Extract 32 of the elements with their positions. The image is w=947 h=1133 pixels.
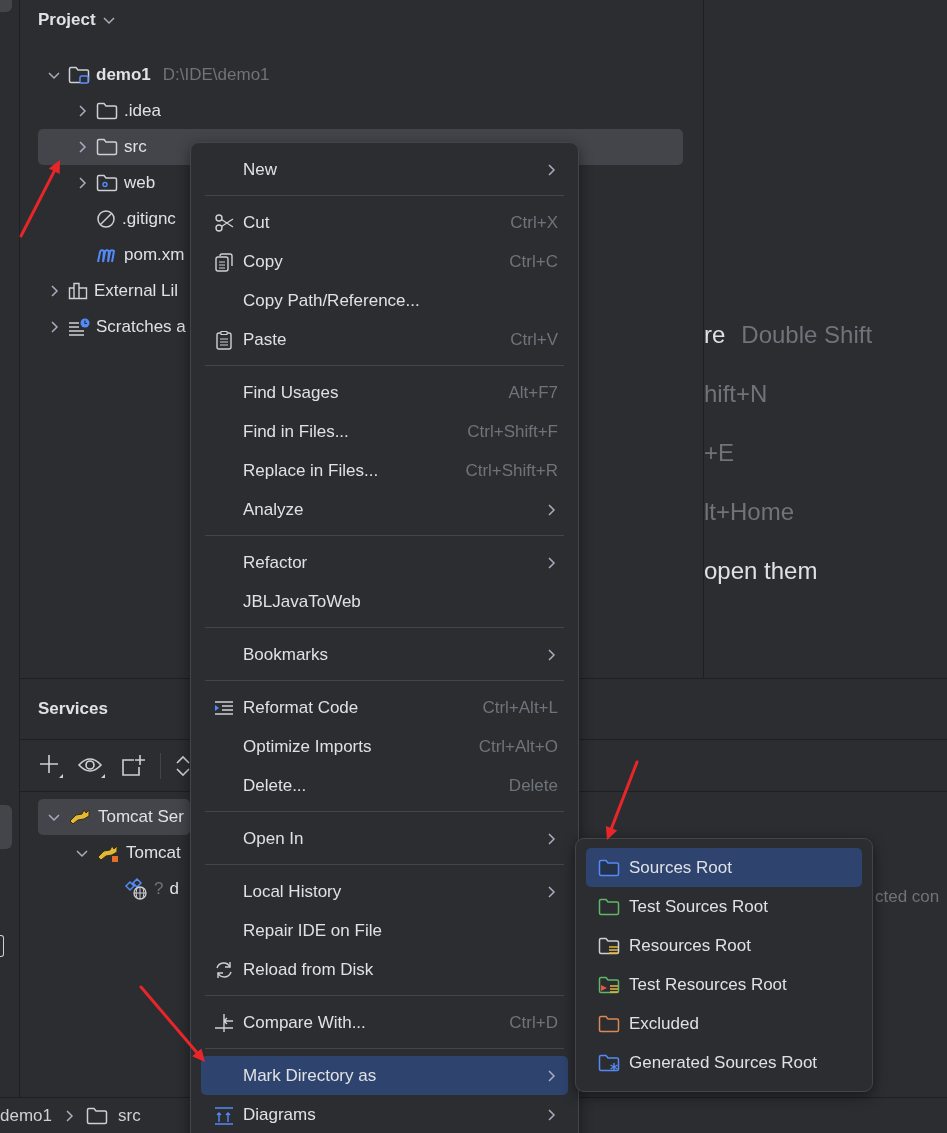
tree-item-label: d	[169, 879, 179, 899]
panel-title: Project	[38, 10, 96, 30]
hint-text: re	[704, 321, 726, 349]
panel-title: Services	[38, 699, 108, 719]
hint-shortcut: lt+Home	[704, 498, 795, 526]
tree-item-label: web	[124, 173, 156, 193]
tree-item-label: demo1	[96, 65, 151, 85]
hint-shortcut: Double Shift	[741, 321, 873, 349]
shortcut-text: Ctrl+Shift+R	[465, 460, 558, 481]
shortcut-text: Delete	[508, 775, 558, 796]
shortcut-text: Ctrl+Alt+L	[482, 697, 558, 718]
shortcut-text: Ctrl+Alt+O	[478, 736, 558, 757]
tree-item-label: External Lil	[94, 281, 179, 301]
hint-shortcut: hift+N	[704, 380, 768, 408]
tree-item-label: .idea	[124, 101, 161, 121]
tree-item-label: Tomcat Ser	[98, 807, 184, 827]
shortcut-text: Ctrl+Shift+F	[467, 421, 558, 442]
tree-item-label: .gitignc	[122, 209, 176, 229]
tree-item-label: Scratches a	[96, 317, 186, 337]
shortcut-text: Ctrl+C	[509, 251, 558, 272]
hint-shortcut: +E	[704, 439, 735, 467]
detail-text: cted con	[875, 887, 940, 907]
shortcut-text: Alt+F7	[508, 382, 558, 403]
status-text: ?	[154, 879, 164, 899]
tree-item-label: Tomcat	[126, 843, 181, 863]
shortcut-text: Ctrl+D	[509, 1012, 558, 1033]
path-text: D:\IDE\demo1	[162, 65, 270, 85]
tree-item-label: pom.xm	[124, 245, 185, 265]
tree-item-label: src	[124, 137, 147, 157]
hint-text: open them	[704, 557, 818, 585]
shortcut-text: Ctrl+X	[510, 212, 558, 233]
shortcut-text: Ctrl+V	[510, 329, 558, 350]
